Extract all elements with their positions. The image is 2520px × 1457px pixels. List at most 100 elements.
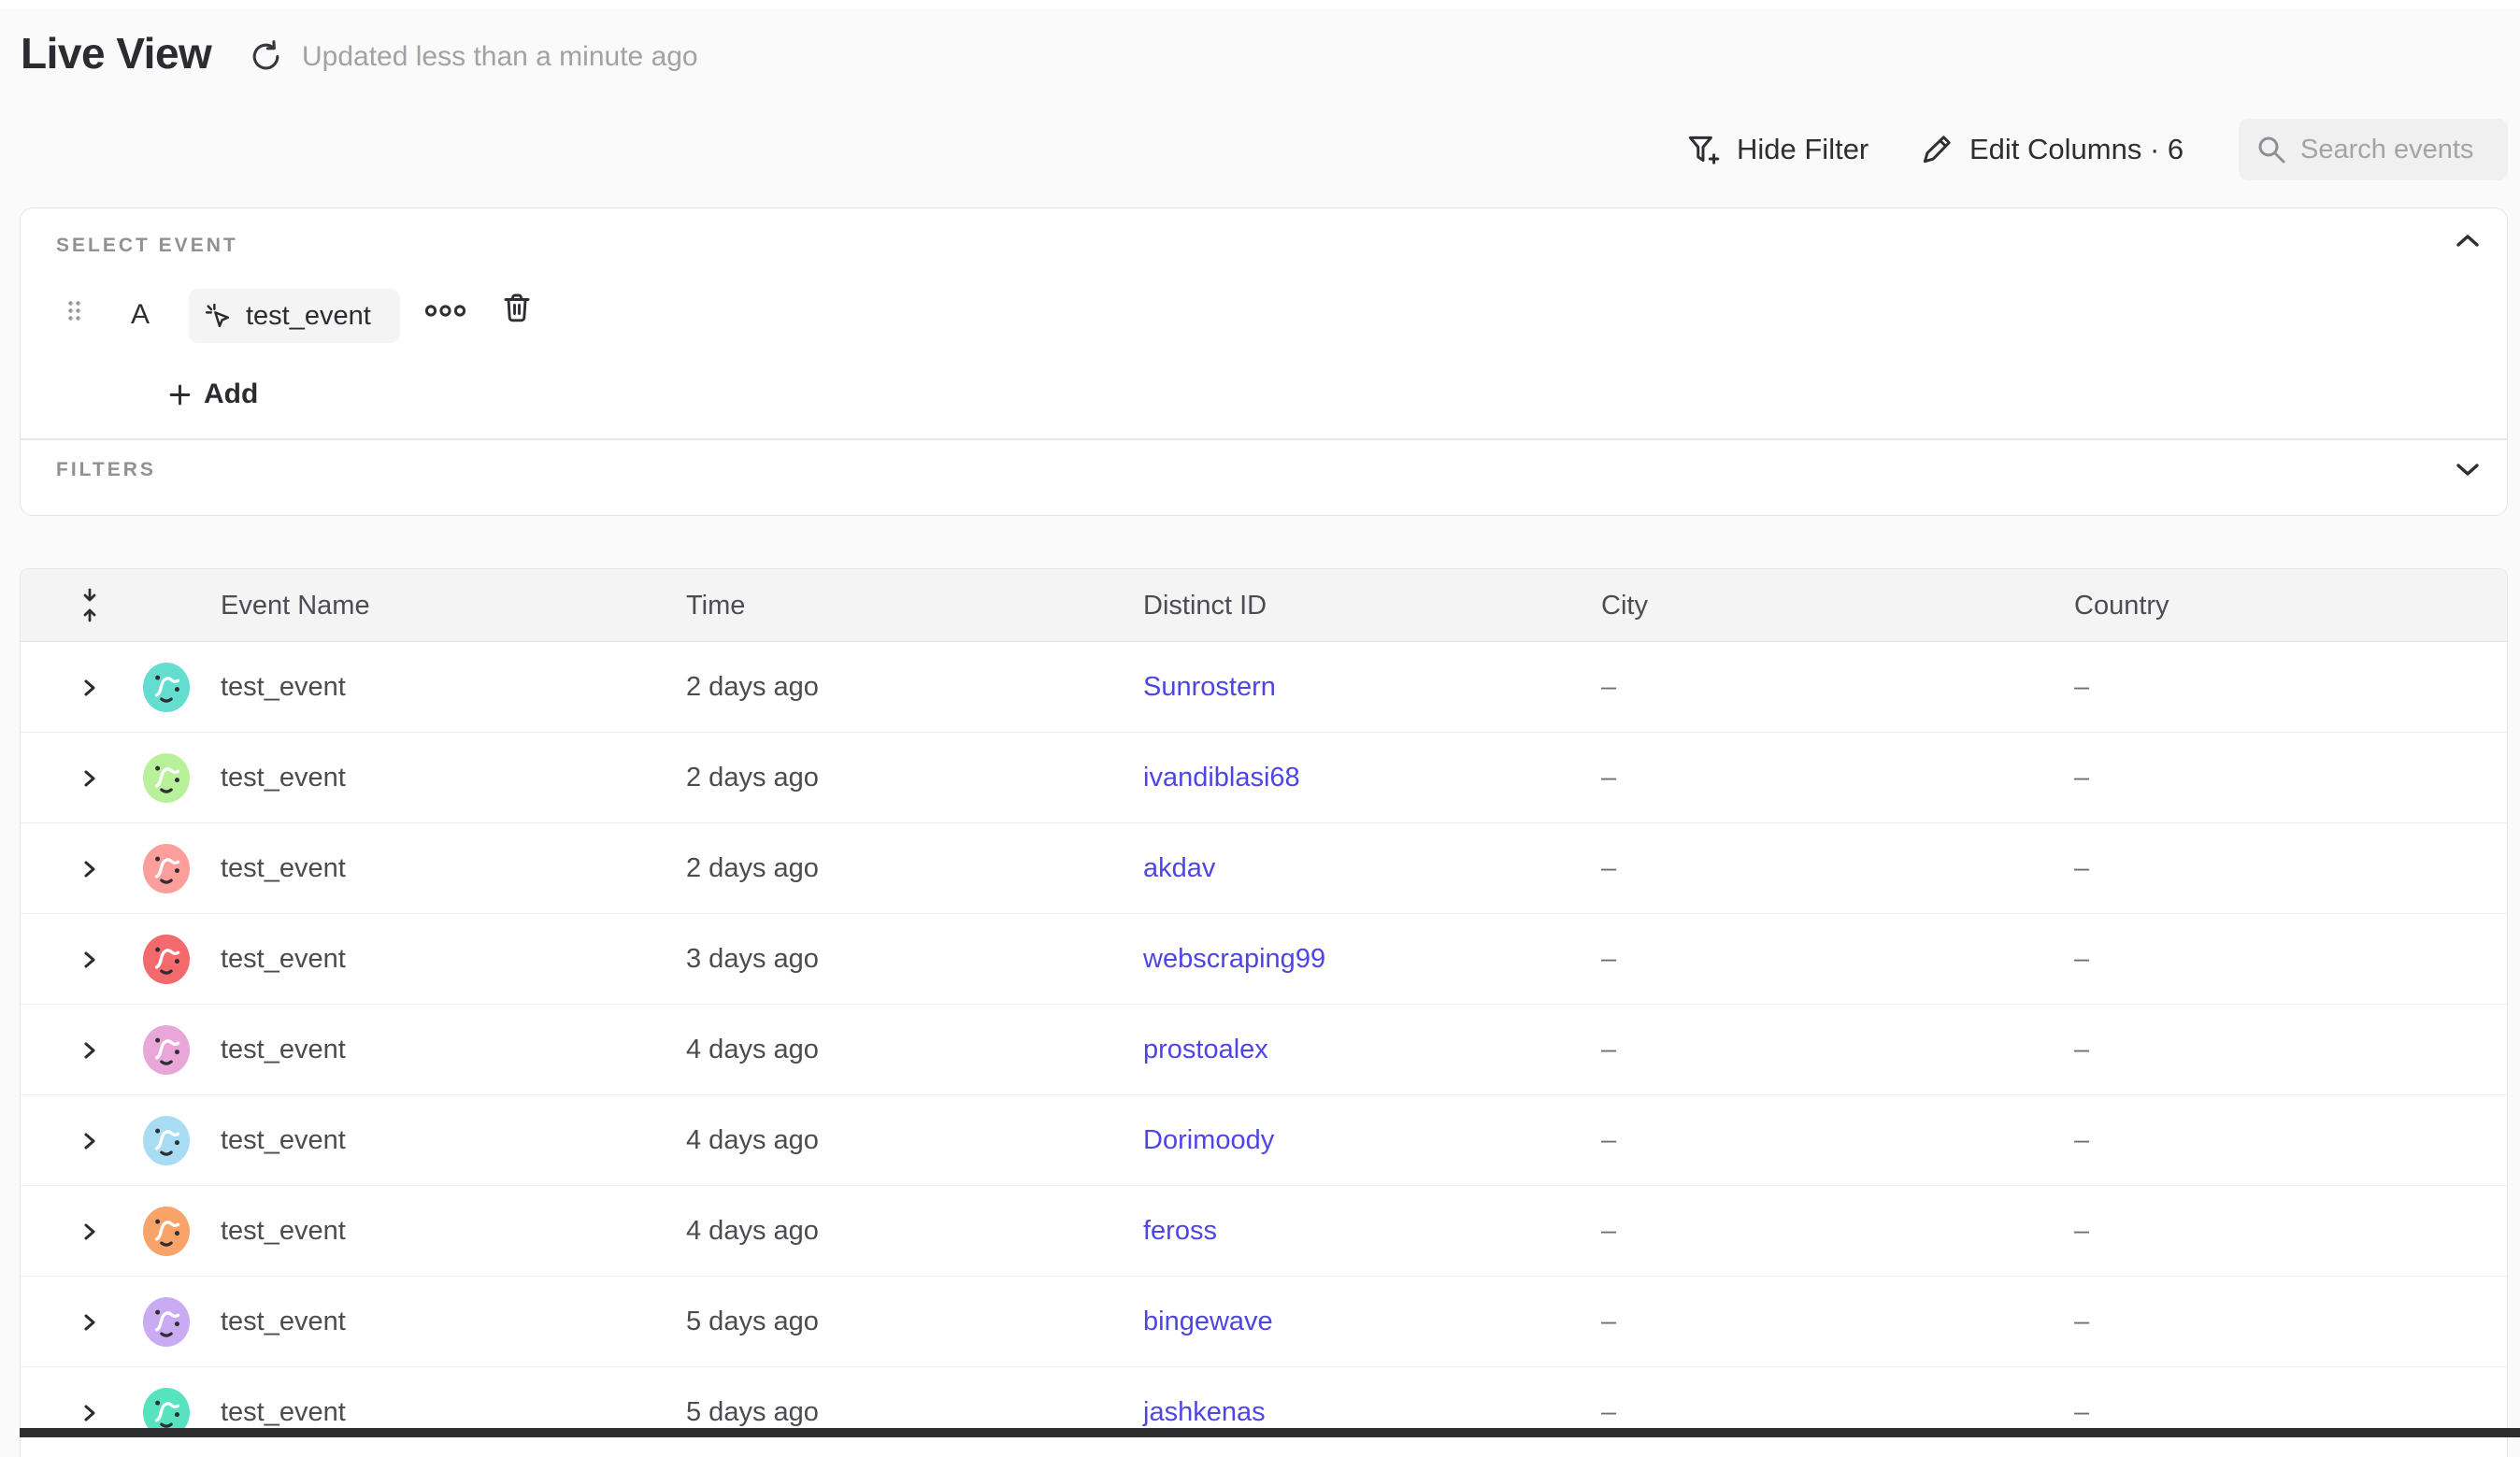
chevron-right-icon — [80, 1221, 99, 1243]
country-cell: – — [2074, 1095, 2089, 1186]
more-options-icon — [424, 304, 466, 318]
expand-row-button[interactable] — [80, 858, 99, 880]
table-row: test_event 4 days ago feross – – — [21, 1186, 2507, 1277]
collapse-all-rows-button[interactable] — [77, 588, 103, 622]
chevron-right-icon — [80, 1311, 99, 1334]
chevron-down-icon — [2455, 461, 2481, 478]
bottom-scrollbar[interactable] — [20, 1428, 2520, 1437]
table-row: test_event 4 days ago prostoalex – – — [21, 1005, 2507, 1095]
event-name-cell: test_event — [221, 823, 346, 914]
table-row: test_event 2 days ago Sunrostern – – — [21, 642, 2507, 733]
filter-plus-icon — [1684, 131, 1722, 168]
column-header-time[interactable]: Time — [686, 569, 745, 642]
edit-columns-button[interactable]: Edit Columns · 6 — [1919, 121, 2184, 178]
section-divider — [21, 438, 2507, 440]
event-name-cell: test_event — [221, 914, 346, 1005]
chevron-right-icon — [80, 1402, 99, 1424]
country-cell: – — [2074, 1186, 2089, 1277]
avatar — [143, 1025, 190, 1075]
city-cell: – — [1601, 642, 1616, 733]
time-cell: 2 days ago — [686, 642, 819, 733]
chevron-right-icon — [80, 949, 99, 971]
filters-label: FILTERS — [56, 459, 156, 481]
distinct-id-link[interactable]: Dorimoody — [1143, 1095, 1274, 1186]
table-row: test_event 2 days ago akdav – – — [21, 823, 2507, 914]
chevron-right-icon — [80, 858, 99, 880]
distinct-id-link[interactable]: webscraping99 — [1143, 914, 1325, 1005]
table-row: test_event 2 days ago ivandiblasi68 – – — [21, 733, 2507, 823]
drag-dots-icon — [67, 300, 81, 321]
time-cell: 4 days ago — [686, 1005, 819, 1095]
search-box[interactable] — [2239, 119, 2508, 180]
distinct-id-link[interactable]: Sunrostern — [1143, 642, 1276, 733]
column-header-distinct-id[interactable]: Distinct ID — [1143, 569, 1267, 642]
event-more-options-button[interactable] — [424, 304, 466, 318]
time-cell: 4 days ago — [686, 1095, 819, 1186]
city-cell: – — [1601, 1186, 1616, 1277]
updated-status: Updated less than a minute ago — [302, 41, 698, 73]
time-cell: 5 days ago — [686, 1367, 819, 1457]
avatar — [143, 1297, 190, 1347]
edit-columns-label: Edit Columns · 6 — [1969, 133, 2184, 166]
table-body: test_event 2 days ago Sunrostern – – tes… — [21, 642, 2507, 1457]
add-button-label: Add — [204, 379, 258, 410]
expand-row-button[interactable] — [80, 677, 99, 699]
column-header-city[interactable]: City — [1601, 569, 1648, 642]
refresh-icon — [249, 39, 283, 74]
trash-icon — [501, 291, 533, 325]
avatar — [143, 753, 190, 803]
distinct-id-link[interactable]: bingewave — [1143, 1277, 1273, 1367]
time-cell: 3 days ago — [686, 914, 819, 1005]
distinct-id-link[interactable]: jashkenas — [1143, 1367, 1266, 1457]
event-name-cell: test_event — [221, 1277, 346, 1367]
country-cell: – — [2074, 914, 2089, 1005]
country-cell: – — [2074, 642, 2089, 733]
chevron-right-icon — [80, 1130, 99, 1152]
hide-filter-button[interactable]: Hide Filter — [1684, 121, 1869, 178]
event-name-cell: test_event — [221, 1095, 346, 1186]
refresh-button[interactable] — [249, 39, 283, 74]
distinct-id-link[interactable]: ivandiblasi68 — [1143, 733, 1300, 823]
expand-filters-button[interactable] — [2455, 461, 2481, 478]
delete-event-button[interactable] — [501, 291, 533, 325]
search-icon — [2255, 134, 2287, 165]
table-row: test_event 5 days ago bingewave – – — [21, 1277, 2507, 1367]
city-cell: – — [1601, 823, 1616, 914]
chevron-up-icon — [2455, 233, 2481, 250]
event-name-cell: test_event — [221, 1367, 346, 1457]
drag-handle[interactable] — [67, 300, 81, 321]
expand-row-button[interactable] — [80, 767, 99, 790]
expand-row-button[interactable] — [80, 1130, 99, 1152]
city-cell: – — [1601, 1005, 1616, 1095]
expand-row-button[interactable] — [80, 1039, 99, 1062]
distinct-id-link[interactable]: akdav — [1143, 823, 1215, 914]
avatar — [143, 663, 190, 712]
table-row: test_event 4 days ago Dorimoody – – — [21, 1095, 2507, 1186]
table-row: test_event 3 days ago webscraping99 – – — [21, 914, 2507, 1005]
event-name-cell: test_event — [221, 1186, 346, 1277]
chevron-right-icon — [80, 1039, 99, 1062]
table-row: test_event 5 days ago jashkenas – – — [21, 1367, 2507, 1457]
country-cell: – — [2074, 733, 2089, 823]
city-cell: – — [1601, 1367, 1616, 1457]
collapse-select-event-button[interactable] — [2455, 233, 2481, 250]
expand-row-button[interactable] — [80, 1221, 99, 1243]
distinct-id-link[interactable]: prostoalex — [1143, 1005, 1268, 1095]
plus-icon — [168, 383, 192, 407]
city-cell: – — [1601, 1277, 1616, 1367]
search-input[interactable] — [2300, 135, 2491, 165]
expand-row-button[interactable] — [80, 949, 99, 971]
time-cell: 2 days ago — [686, 733, 819, 823]
expand-row-button[interactable] — [80, 1311, 99, 1334]
city-cell: – — [1601, 1095, 1616, 1186]
distinct-id-link[interactable]: feross — [1143, 1186, 1217, 1277]
add-event-button[interactable]: Add — [168, 373, 258, 416]
expand-row-button[interactable] — [80, 1402, 99, 1424]
column-header-event-name[interactable]: Event Name — [221, 569, 370, 642]
column-header-country[interactable]: Country — [2074, 569, 2169, 642]
selected-event-button[interactable]: test_event — [189, 289, 400, 343]
event-name-cell: test_event — [221, 1005, 346, 1095]
time-cell: 4 days ago — [686, 1186, 819, 1277]
country-cell: – — [2074, 1277, 2089, 1367]
event-name-cell: test_event — [221, 642, 346, 733]
